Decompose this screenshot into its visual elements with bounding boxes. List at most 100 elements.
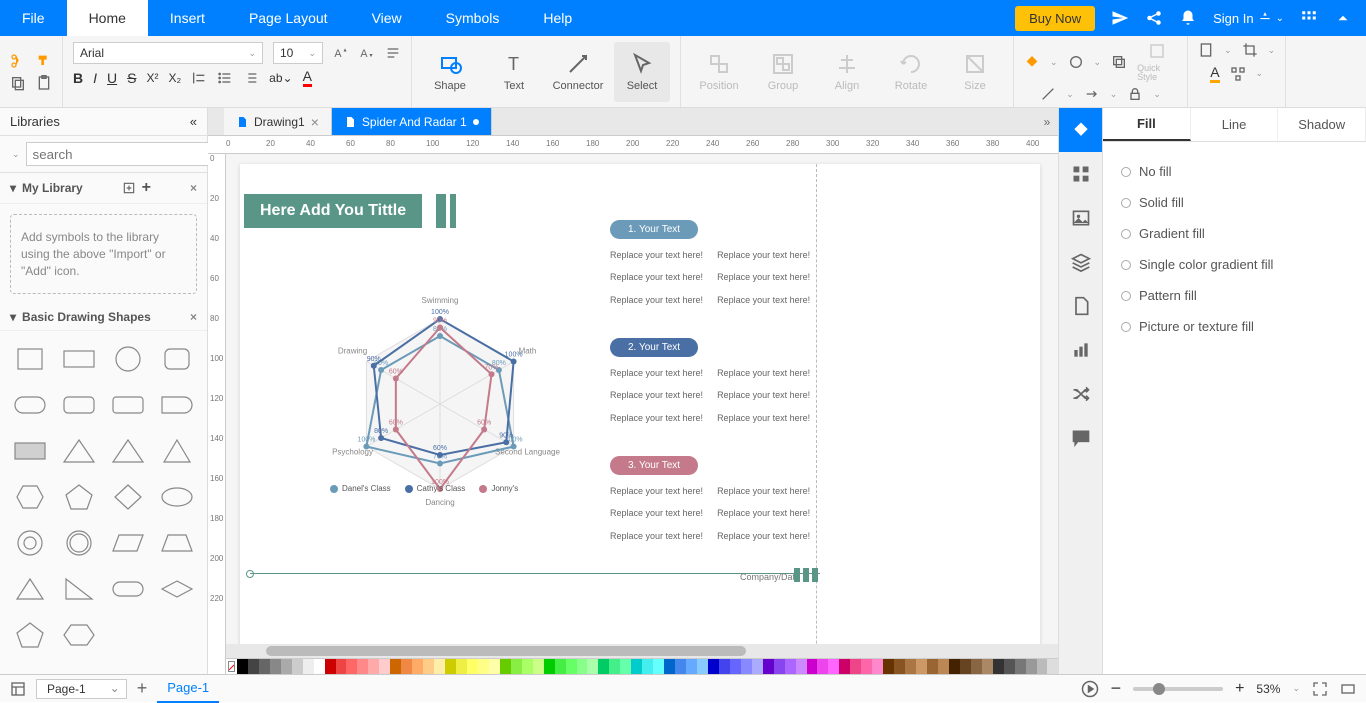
- quick-style-button[interactable]: Quick Style: [1137, 42, 1177, 82]
- color-swatch[interactable]: [566, 659, 577, 674]
- color-swatch[interactable]: [730, 659, 741, 674]
- fill-opt-pattern[interactable]: Pattern fill: [1121, 280, 1348, 311]
- fill-opt-picture[interactable]: Picture or texture fill: [1121, 311, 1348, 342]
- color-swatch[interactable]: [850, 659, 861, 674]
- fit-width-icon[interactable]: [1340, 681, 1356, 697]
- menu-home[interactable]: Home: [67, 0, 148, 36]
- rp-tab-fill[interactable]: Fill: [1103, 108, 1191, 141]
- color-swatch[interactable]: [500, 659, 511, 674]
- color-swatch[interactable]: [533, 659, 544, 674]
- page-layout-icon[interactable]: [10, 681, 26, 697]
- play-icon[interactable]: [1081, 680, 1099, 698]
- shape-ellipse[interactable]: [154, 475, 201, 519]
- color-swatch[interactable]: [336, 659, 347, 674]
- color-swatch[interactable]: [325, 659, 336, 674]
- color-swatch[interactable]: [883, 659, 894, 674]
- color-swatch[interactable]: [259, 659, 270, 674]
- color-swatch[interactable]: [631, 659, 642, 674]
- shape-triangle[interactable]: [55, 429, 102, 473]
- shape-triangle-up[interactable]: [6, 567, 53, 611]
- color-swatch[interactable]: [752, 659, 763, 674]
- connector-tool-button[interactable]: Connector: [550, 42, 606, 102]
- color-swatch[interactable]: [971, 659, 982, 674]
- shape-pentagon[interactable]: [55, 475, 102, 519]
- zoom-slider[interactable]: [1133, 687, 1223, 691]
- bell-icon[interactable]: [1179, 9, 1197, 27]
- add-library-icon[interactable]: [122, 181, 136, 195]
- color-swatch[interactable]: [982, 659, 993, 674]
- sign-in-link[interactable]: Sign In⌄: [1213, 11, 1284, 26]
- italic-button[interactable]: I: [93, 70, 97, 86]
- fill-dropdown-icon[interactable]: [1024, 54, 1040, 70]
- color-swatch[interactable]: [938, 659, 949, 674]
- select-tool-button[interactable]: Select: [614, 42, 670, 102]
- shape-pentagon2[interactable]: [6, 613, 53, 657]
- align-button[interactable]: Align: [819, 42, 875, 102]
- color-swatch[interactable]: [916, 659, 927, 674]
- rail-shuffle-icon[interactable]: [1059, 372, 1102, 416]
- rail-fill-icon[interactable]: [1059, 108, 1102, 152]
- search-input[interactable]: [26, 142, 217, 166]
- shape-style-icon[interactable]: [1068, 54, 1084, 70]
- color-swatch[interactable]: [763, 659, 774, 674]
- share-icon[interactable]: [1145, 9, 1163, 27]
- menu-page-layout[interactable]: Page Layout: [227, 0, 350, 36]
- lock-icon[interactable]: [1127, 86, 1143, 102]
- rail-chart-icon[interactable]: [1059, 328, 1102, 372]
- color-swatch[interactable]: [774, 659, 785, 674]
- shape-rect[interactable]: [55, 337, 102, 381]
- color-swatch[interactable]: [1047, 659, 1058, 674]
- font-color-button[interactable]: A: [303, 68, 312, 87]
- tab-spider-radar[interactable]: Spider And Radar 1: [332, 108, 492, 135]
- shape-diamond[interactable]: [105, 475, 152, 519]
- decrease-font-icon[interactable]: A▼: [359, 45, 375, 61]
- fill-opt-solid[interactable]: Solid fill: [1121, 187, 1348, 218]
- shape-roundrect2[interactable]: [6, 383, 53, 427]
- color-swatch[interactable]: [281, 659, 292, 674]
- page-selector[interactable]: Page-1: [36, 679, 127, 699]
- footer-text[interactable]: Company/Date: [740, 572, 800, 582]
- text-group-2[interactable]: Replace your text here!Replace your text…: [610, 358, 810, 425]
- strike-button[interactable]: S: [127, 70, 136, 86]
- color-swatch[interactable]: [708, 659, 719, 674]
- numbering-icon[interactable]: [243, 70, 259, 86]
- page-tab[interactable]: Page-1: [157, 675, 219, 703]
- color-swatch[interactable]: [1026, 659, 1037, 674]
- color-swatch[interactable]: [390, 659, 401, 674]
- color-swatch[interactable]: [587, 659, 598, 674]
- send-icon[interactable]: [1111, 9, 1129, 27]
- color-swatch[interactable]: [620, 659, 631, 674]
- color-swatch[interactable]: [642, 659, 653, 674]
- legend-2[interactable]: 2. Your Text: [610, 338, 698, 357]
- text-group-3[interactable]: Replace your text here!Replace your text…: [610, 476, 810, 543]
- color-swatch[interactable]: [445, 659, 456, 674]
- color-swatch[interactable]: [237, 659, 248, 674]
- shape-triangle3[interactable]: [154, 429, 201, 473]
- color-swatch[interactable]: [817, 659, 828, 674]
- close-tab1-icon[interactable]: ×: [311, 114, 319, 130]
- shape-trapezoid[interactable]: [154, 521, 201, 565]
- page-setup-icon[interactable]: [1198, 42, 1214, 58]
- color-swatch[interactable]: [434, 659, 445, 674]
- menu-view[interactable]: View: [350, 0, 424, 36]
- color-swatch[interactable]: [796, 659, 807, 674]
- color-swatch[interactable]: [927, 659, 938, 674]
- font-size-select[interactable]: 10⌄: [273, 42, 323, 64]
- arrow-style-icon[interactable]: [1084, 86, 1100, 102]
- fill-opt-single-gradient[interactable]: Single color gradient fill: [1121, 249, 1348, 280]
- expand-tabs-icon[interactable]: »: [1036, 108, 1058, 135]
- color-swatch[interactable]: [1037, 659, 1048, 674]
- cut-icon[interactable]: [10, 53, 26, 69]
- color-swatch[interactable]: [412, 659, 423, 674]
- text-group-1[interactable]: Replace your text here!Replace your text…: [610, 240, 810, 307]
- color-swatch[interactable]: [839, 659, 850, 674]
- color-swatch[interactable]: [697, 659, 708, 674]
- shape-ring[interactable]: [55, 521, 102, 565]
- color-swatch[interactable]: [993, 659, 1004, 674]
- shape-right-triangle[interactable]: [55, 567, 102, 611]
- rotate-button[interactable]: Rotate: [883, 42, 939, 102]
- increase-font-icon[interactable]: A▲: [333, 45, 349, 61]
- case-button[interactable]: ab⌄: [269, 71, 292, 85]
- shape-triangle2[interactable]: [105, 429, 152, 473]
- color-swatch[interactable]: [467, 659, 478, 674]
